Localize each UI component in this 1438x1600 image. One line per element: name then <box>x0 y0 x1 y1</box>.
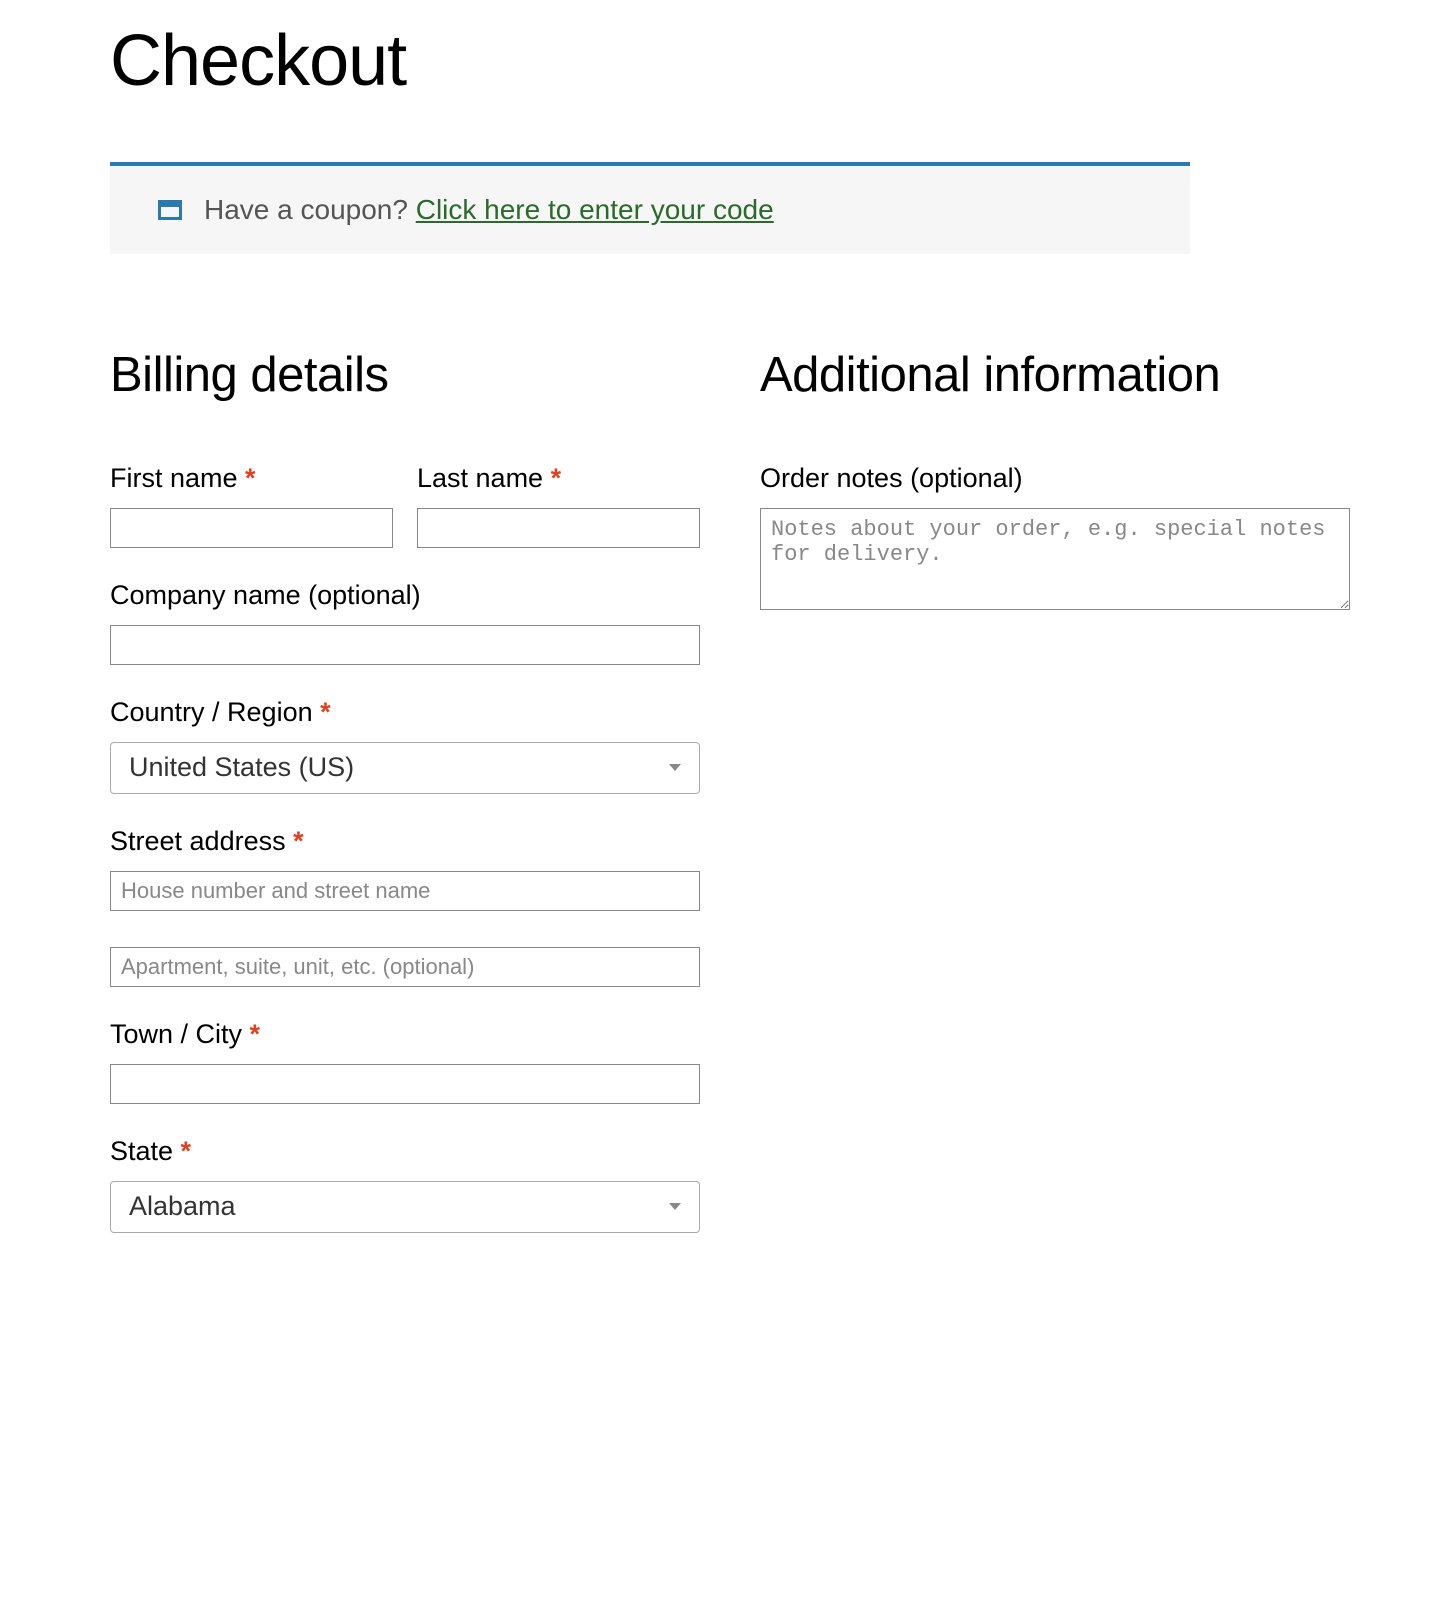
chevron-down-icon <box>669 1203 681 1210</box>
street-label: Street address * <box>110 826 700 857</box>
last-name-label-text: Last name <box>417 463 551 493</box>
country-label: Country / Region * <box>110 697 700 728</box>
page-title: Checkout <box>110 20 1190 102</box>
required-star: * <box>551 463 562 493</box>
required-star: * <box>250 1019 261 1049</box>
required-star: * <box>181 1136 192 1166</box>
last-name-input[interactable] <box>417 508 700 548</box>
company-input[interactable] <box>110 625 700 665</box>
country-select[interactable]: United States (US) <box>110 742 700 794</box>
additional-heading: Additional information <box>760 344 1350 408</box>
coupon-text: Have a coupon? Click here to enter your … <box>204 194 774 226</box>
coupon-prompt: Have a coupon? <box>204 194 416 225</box>
first-name-input[interactable] <box>110 508 393 548</box>
city-input[interactable] <box>110 1064 700 1104</box>
first-name-label: First name * <box>110 463 393 494</box>
street-line1-input[interactable] <box>110 871 700 911</box>
required-star: * <box>245 463 256 493</box>
street-line2-input[interactable] <box>110 947 700 987</box>
country-label-text: Country / Region <box>110 697 320 727</box>
state-label-text: State <box>110 1136 181 1166</box>
state-label: State * <box>110 1136 700 1167</box>
state-select-value: Alabama <box>129 1191 669 1222</box>
last-name-label: Last name * <box>417 463 700 494</box>
order-notes-label: Order notes (optional) <box>760 463 1350 494</box>
required-star: * <box>293 826 304 856</box>
country-select-value: United States (US) <box>129 752 669 783</box>
city-label: Town / City * <box>110 1019 700 1050</box>
chevron-down-icon <box>669 764 681 771</box>
required-star: * <box>320 697 331 727</box>
coupon-icon <box>158 200 182 220</box>
first-name-label-text: First name <box>110 463 245 493</box>
city-label-text: Town / City <box>110 1019 250 1049</box>
coupon-banner: Have a coupon? Click here to enter your … <box>110 162 1190 254</box>
billing-heading: Billing details <box>110 344 700 408</box>
street-label-text: Street address <box>110 826 293 856</box>
order-notes-textarea[interactable] <box>760 508 1350 610</box>
company-label: Company name (optional) <box>110 580 700 611</box>
state-select[interactable]: Alabama <box>110 1181 700 1233</box>
coupon-link[interactable]: Click here to enter your code <box>416 194 774 225</box>
